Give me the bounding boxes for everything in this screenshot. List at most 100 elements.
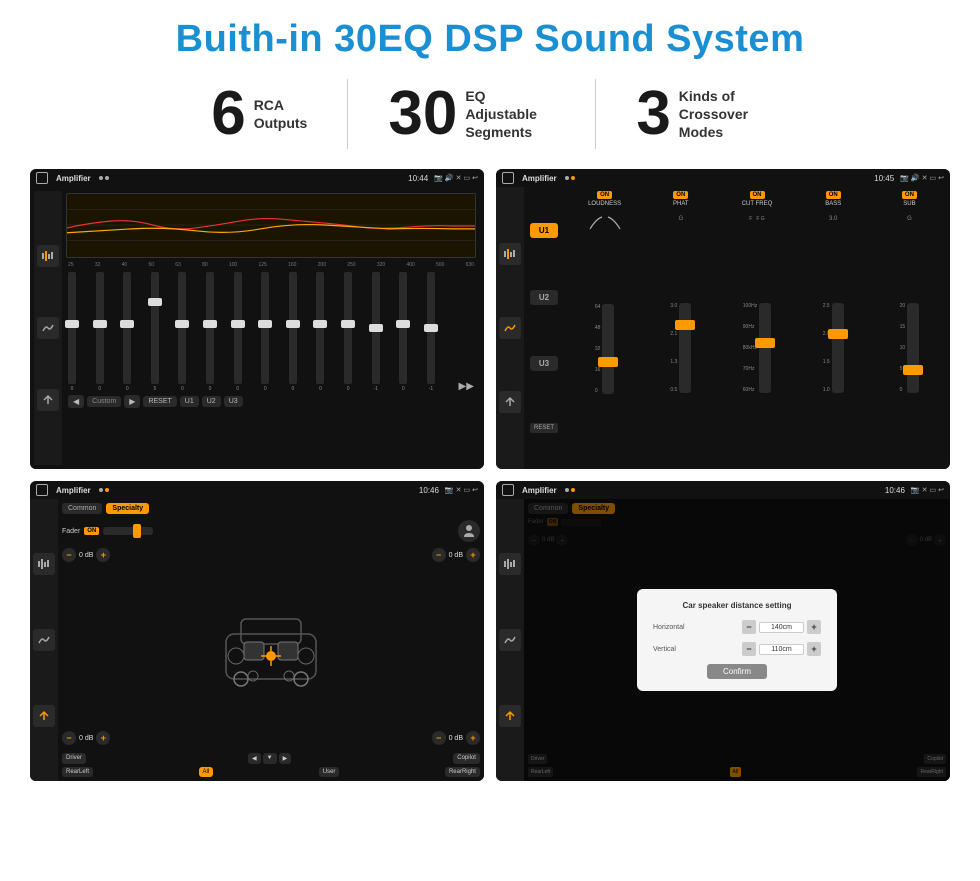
eq-slider-9: 0: [289, 272, 297, 392]
fader-sb-3[interactable]: [33, 705, 55, 727]
xover-sb-3[interactable]: [499, 391, 521, 413]
phat-slider-area[interactable]: 3.0 2.1 1.3 0.5: [670, 231, 691, 465]
dist-back-icon[interactable]: ↩: [938, 486, 944, 494]
phat-on[interactable]: ON: [673, 191, 688, 199]
xover-reset-btn[interactable]: RESET: [530, 423, 558, 433]
eq-track-13[interactable]: [399, 272, 407, 384]
back-icon[interactable]: ↩: [472, 174, 478, 182]
eq-u2-btn[interactable]: U2: [202, 396, 221, 407]
eq-track-8[interactable]: [261, 272, 269, 384]
pos-user[interactable]: User: [319, 767, 340, 777]
confirm-button[interactable]: Confirm: [707, 664, 767, 679]
xover-u2-btn[interactable]: U2: [530, 290, 558, 305]
xover-u1-btn[interactable]: U1: [530, 223, 558, 238]
eq-reset-btn[interactable]: RESET: [143, 396, 176, 407]
eq-track-4[interactable]: [151, 272, 159, 384]
stat-rca-number: 6: [211, 83, 245, 145]
pos-all[interactable]: All: [199, 767, 214, 777]
db-plus-lb[interactable]: +: [96, 731, 110, 745]
eq-track-7[interactable]: [234, 272, 242, 384]
home-icon[interactable]: [36, 172, 48, 184]
fader-thumb[interactable]: [133, 524, 141, 538]
eq-sidebar-btn-1[interactable]: [37, 245, 59, 267]
sub-on[interactable]: ON: [902, 191, 917, 199]
loudness-on[interactable]: ON: [597, 191, 612, 199]
eq-u3-btn[interactable]: U3: [224, 396, 243, 407]
phat-vslider[interactable]: [679, 303, 691, 393]
vertical-minus-btn[interactable]: −: [742, 642, 756, 656]
pos-rearright[interactable]: RearRight: [445, 767, 480, 777]
xover-home-icon[interactable]: [502, 172, 514, 184]
stats-row: 6 RCAOutputs 30 EQ AdjustableSegments 3 …: [30, 79, 950, 149]
tab-specialty[interactable]: Specialty: [106, 503, 149, 514]
fader-back-icon[interactable]: ↩: [472, 486, 478, 494]
xover-ch-bass: ON BASS 3.0 2.5 2.0 1.5: [797, 191, 870, 465]
dist-home-icon[interactable]: [502, 484, 514, 496]
fader-h-slider[interactable]: [103, 527, 153, 535]
eq-sidebar-btn-2[interactable]: [37, 317, 59, 339]
cutfreq-val-labels: 100Hz 90Hz 80kHz 70Hz 60Hz: [743, 303, 757, 393]
db-minus-rb[interactable]: −: [432, 731, 446, 745]
cutfreq-on[interactable]: ON: [750, 191, 765, 199]
eq-track-6[interactable]: [206, 272, 214, 384]
vertical-plus-btn[interactable]: +: [807, 642, 821, 656]
xover-status-bar: Amplifier 10:45 📷 🔊 ✕ ▭ ↩: [496, 169, 950, 187]
horizontal-plus-btn[interactable]: +: [807, 620, 821, 634]
vertical-value: 110cm: [759, 644, 804, 655]
sub-slider-area[interactable]: 20 15 10 5 0: [900, 231, 920, 465]
dot2: [105, 176, 109, 180]
eq-next-btn[interactable]: ▶: [124, 395, 140, 408]
pos-nav-right[interactable]: ▶: [279, 753, 292, 764]
sub-label: SUB: [903, 201, 915, 207]
dist-sb-1[interactable]: [499, 553, 521, 575]
pos-nav-left[interactable]: ◀: [248, 753, 261, 764]
tab-common[interactable]: Common: [62, 503, 102, 514]
eq-u1-btn[interactable]: U1: [180, 396, 199, 407]
db-plus-rt[interactable]: +: [466, 548, 480, 562]
db-plus-lt[interactable]: +: [96, 548, 110, 562]
cutfreq-slider-area[interactable]: 100Hz 90Hz 80kHz 70Hz 60Hz: [743, 231, 771, 465]
sub-vslider[interactable]: [907, 303, 919, 393]
eq-track-3[interactable]: [123, 272, 131, 384]
db-minus-lt[interactable]: −: [62, 548, 76, 562]
cutfreq-vslider[interactable]: [759, 303, 771, 393]
xover-sb-1[interactable]: [499, 243, 521, 265]
bass-on[interactable]: ON: [826, 191, 841, 199]
loudness-vslider[interactable]: [602, 304, 614, 394]
fader-sb-2[interactable]: [33, 629, 55, 651]
db-minus-lb[interactable]: −: [62, 731, 76, 745]
fader-home-icon[interactable]: [36, 484, 48, 496]
loudness-slider-area[interactable]: 64 48 32 16 0: [595, 233, 615, 465]
db-minus-rt[interactable]: −: [432, 548, 446, 562]
xover-u3-btn[interactable]: U3: [530, 356, 558, 371]
pos-copilot[interactable]: Copilot: [453, 753, 480, 764]
bass-vslider[interactable]: [832, 303, 844, 393]
fader-sb-1[interactable]: [33, 553, 55, 575]
db-plus-rb[interactable]: +: [466, 731, 480, 745]
eq-track-12[interactable]: [372, 272, 380, 384]
pos-driver[interactable]: Driver: [62, 753, 86, 764]
eq-track-11[interactable]: [344, 272, 352, 384]
fader-on-badge[interactable]: ON: [84, 527, 99, 535]
dist-sb-3[interactable]: [499, 705, 521, 727]
xover-back-icon[interactable]: ↩: [938, 174, 944, 182]
fader-time: 10:46: [419, 486, 439, 495]
horizontal-minus-btn[interactable]: −: [742, 620, 756, 634]
eq-prev-btn[interactable]: ◀: [68, 395, 84, 408]
pos-nav-down[interactable]: ▼: [263, 753, 277, 764]
eq-track-1[interactable]: [68, 272, 76, 384]
eq-track-2[interactable]: [96, 272, 104, 384]
eq-track-9[interactable]: [289, 272, 297, 384]
dist-sb-2[interactable]: [499, 629, 521, 651]
eq-track-14[interactable]: [427, 272, 435, 384]
xover-sb-2[interactable]: [499, 317, 521, 339]
fader-pos-btns: Driver ◀ ▼ ▶ Copilot: [62, 753, 480, 764]
eq-track-10[interactable]: [316, 272, 324, 384]
eq-forward-btn[interactable]: ▶▶: [459, 381, 474, 392]
bass-slider-area[interactable]: 2.5 2.0 1.5 1.0: [823, 231, 844, 465]
eq-track-5[interactable]: [178, 272, 186, 384]
pos-rearleft[interactable]: RearLeft: [62, 767, 93, 777]
fader-person-icon[interactable]: [458, 520, 480, 542]
eq-sidebar-btn-3[interactable]: [37, 389, 59, 411]
stat-eq-label: EQ AdjustableSegments: [465, 87, 555, 142]
